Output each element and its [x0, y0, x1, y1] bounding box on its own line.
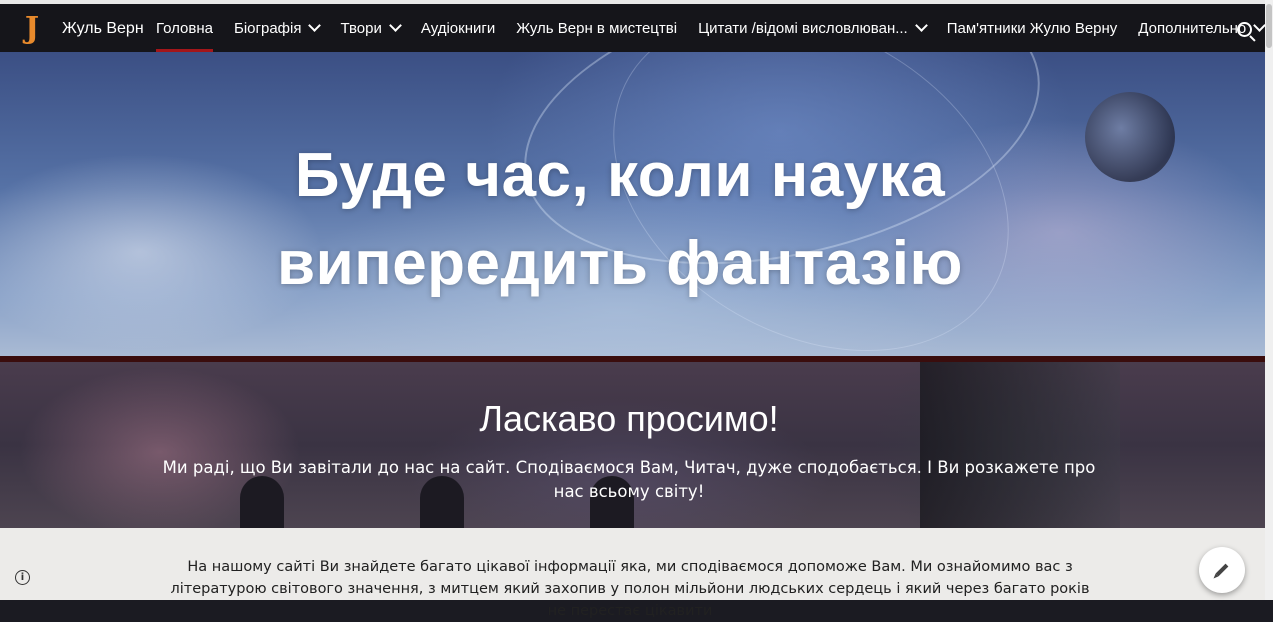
nav-item-label: Твори	[340, 19, 382, 37]
chevron-down-icon	[308, 19, 322, 32]
nav-item-label: Цитати /відомі висловлюван...	[698, 19, 908, 37]
nav-item-label: Біографія	[234, 19, 302, 37]
chevron-down-icon	[914, 19, 928, 32]
info-icon[interactable]: i	[15, 570, 30, 585]
welcome-title: Ласкаво просимо!	[479, 398, 779, 439]
hero-title-line1: Буде час, коли наука	[294, 141, 946, 210]
site-logo[interactable]: J	[22, 12, 42, 46]
scrollbar[interactable]	[1265, 0, 1273, 600]
nav-item-label: Пам'ятники Жулю Верну	[946, 19, 1118, 37]
nav-item[interactable]: Жуль Верн в мистецтві	[516, 4, 677, 52]
welcome-text: Ми раді, що Ви завітали до нас на сайт. …	[162, 458, 1096, 501]
nav-item-label: Аудіокниги	[420, 19, 496, 37]
search-icon[interactable]	[1237, 22, 1252, 37]
site-title[interactable]: Жуль Верн	[62, 20, 144, 38]
nav-item[interactable]: Головна	[156, 4, 213, 52]
nav-item-label: Жуль Верн в мистецтві	[516, 19, 678, 37]
chevron-down-icon	[388, 19, 402, 32]
nav-item[interactable]: Біографія	[234, 4, 322, 52]
hero-title-line2: випередить фантазію	[277, 229, 963, 298]
nav-item[interactable]: Пам'ятники Жулю Верну	[947, 4, 1118, 52]
hero-title: Буде час, коли наука випередить фантазію	[0, 132, 1240, 308]
nav-item[interactable]: Твори	[340, 4, 402, 52]
nav-item-label: Дополнительно	[1138, 19, 1247, 37]
scrollbar-thumb[interactable]	[1266, 4, 1272, 48]
nav-item[interactable]: Цитати /відомі висловлюван...	[698, 4, 928, 52]
nav-item-label: Головна	[156, 19, 213, 37]
site-navigation: J Жуль Верн Головна Біографія Твори Аудіокн…	[0, 4, 1273, 52]
intro-section: На нашому сайті Ви знайдете багато цікав…	[0, 528, 1265, 619]
nav-menu: Головна Біографія Твори Аудіокниги Жуль Верн…	[156, 4, 1273, 52]
edit-button[interactable]	[1199, 547, 1245, 593]
welcome-section: Ласкаво просимо! Ми раді, що Ви завітали…	[0, 362, 1265, 528]
nav-item[interactable]: Аудіокниги	[421, 4, 495, 52]
pencil-icon	[1215, 563, 1229, 577]
intro-text: На нашому сайті Ви знайдете багато цікав…	[170, 559, 1090, 619]
hero-banner: Буде час, коли наука випередить фантазію	[0, 52, 1265, 356]
